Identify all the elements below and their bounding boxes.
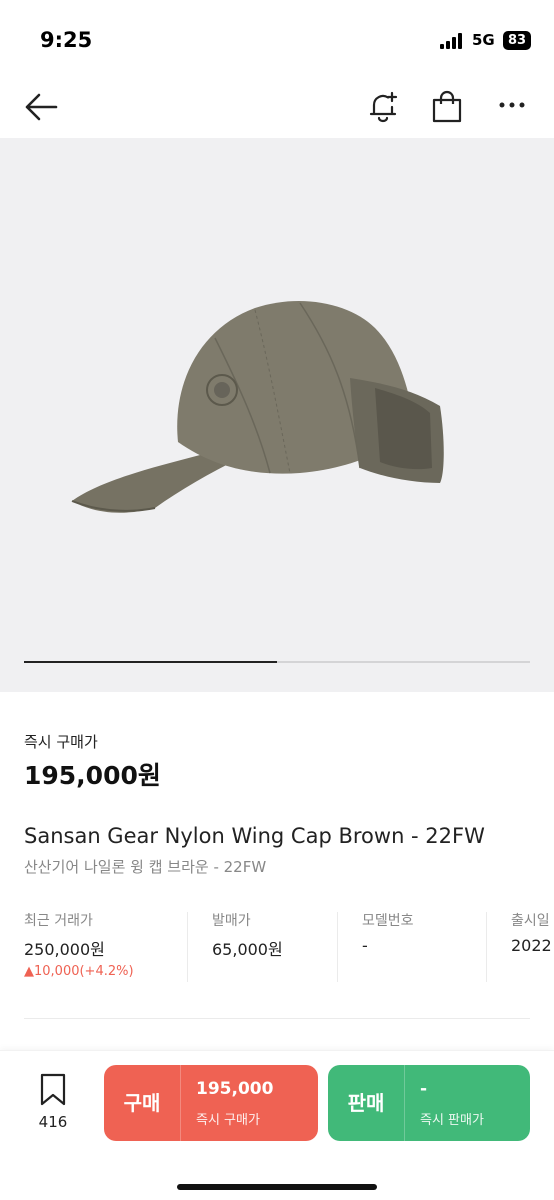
model-number-col: 모델번호 - bbox=[362, 910, 414, 982]
bookmark-icon bbox=[40, 1073, 66, 1106]
release-price-value: 65,000원 bbox=[212, 940, 283, 959]
buy-amount: 195,000 bbox=[196, 1079, 274, 1099]
back-arrow-icon[interactable] bbox=[24, 92, 58, 122]
release-date-col: 출시일 2022 bbox=[511, 910, 554, 982]
divider bbox=[486, 912, 487, 982]
gallery-progress-bar bbox=[24, 661, 530, 663]
gallery-progress-fill bbox=[24, 661, 277, 663]
sell-button[interactable]: 판매 - 즉시 판매가 bbox=[328, 1065, 530, 1141]
sell-label: 판매 bbox=[347, 1091, 385, 1115]
instant-buy-price-label: 즉시 구매가 bbox=[24, 733, 98, 751]
model-number-label: 모델번호 bbox=[362, 913, 414, 929]
bottom-action-bar: 416 구매 195,000 즉시 구매가 판매 - 즉시 판매가 bbox=[0, 1050, 554, 1200]
buy-button[interactable]: 구매 195,000 즉시 구매가 bbox=[104, 1065, 318, 1141]
wishlist-button[interactable]: 416 bbox=[28, 1073, 78, 1131]
home-indicator[interactable] bbox=[177, 1184, 377, 1190]
section-divider bbox=[24, 1018, 530, 1019]
buy-divider bbox=[180, 1065, 181, 1141]
bell-plus-icon[interactable] bbox=[366, 90, 400, 124]
shopping-bag-icon[interactable] bbox=[430, 90, 464, 124]
sell-sub-label: 즉시 판매가 bbox=[420, 1113, 484, 1128]
divider bbox=[337, 912, 338, 982]
model-number-value: - bbox=[362, 936, 368, 955]
product-title-en: Sansan Gear Nylon Wing Cap Brown - 22FW bbox=[24, 824, 485, 848]
product-image-gallery[interactable] bbox=[0, 138, 554, 692]
release-price-label: 발매가 bbox=[212, 913, 251, 929]
product-info-row: 최근 거래가 250,000원 ▲10,000(+4.2%) 발매가 65,00… bbox=[0, 910, 554, 985]
release-date-label: 출시일 bbox=[511, 913, 550, 929]
status-bar: 9:25 5G 83 bbox=[0, 0, 554, 80]
buy-sub-label: 즉시 구매가 bbox=[196, 1113, 260, 1128]
status-time: 9:25 bbox=[40, 28, 93, 52]
recent-trade-label: 최근 거래가 bbox=[24, 913, 93, 929]
network-label: 5G bbox=[472, 31, 495, 49]
release-price-col: 발매가 65,000원 bbox=[212, 910, 283, 982]
battery-icon: 83 bbox=[503, 31, 531, 50]
more-dots-icon[interactable] bbox=[498, 100, 526, 110]
top-nav bbox=[0, 80, 554, 138]
recent-trade-change: ▲10,000(+4.2%) bbox=[24, 964, 134, 979]
recent-trade-value: 250,000원 bbox=[24, 940, 105, 959]
cap-product-image bbox=[71, 300, 444, 513]
divider bbox=[187, 912, 188, 982]
product-title-ko: 산산기어 나일론 윙 캡 브라운 - 22FW bbox=[24, 858, 267, 876]
buy-label: 구매 bbox=[123, 1091, 161, 1115]
recent-trade-col[interactable]: 최근 거래가 250,000원 ▲10,000(+4.2%) bbox=[24, 910, 134, 982]
sell-amount: - bbox=[420, 1079, 428, 1099]
release-date-value: 2022 bbox=[511, 936, 552, 955]
wishlist-count: 416 bbox=[38, 1113, 68, 1131]
signal-icon bbox=[440, 33, 466, 49]
instant-buy-price: 195,000원 bbox=[24, 761, 161, 790]
sell-divider bbox=[404, 1065, 405, 1141]
